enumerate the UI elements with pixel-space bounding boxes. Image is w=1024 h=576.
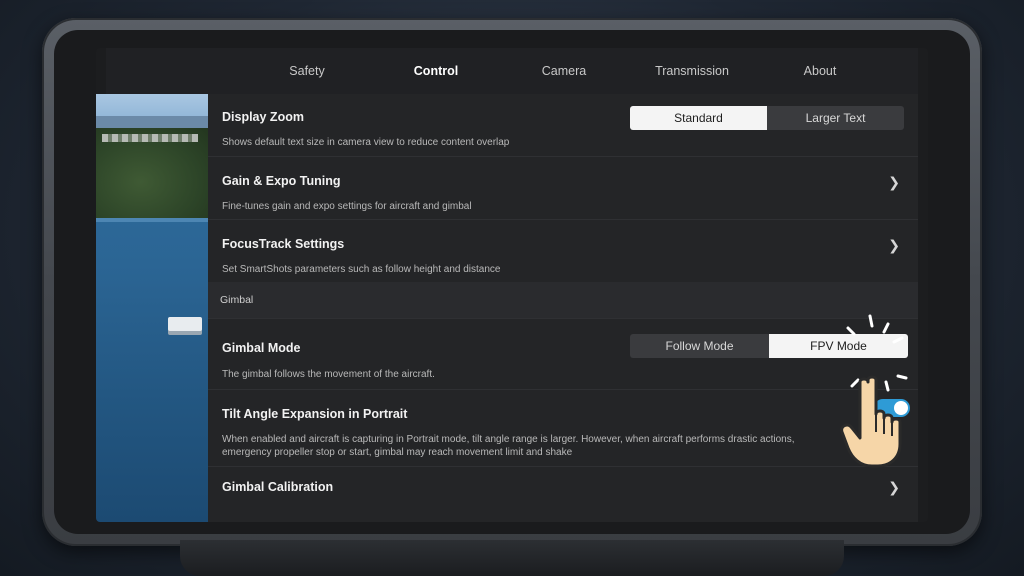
pointing-hand-icon [840,375,902,468]
tilt-angle-row: Tilt Angle Expansion in Portrait When en… [208,389,918,467]
app-screen: Safety Control Camera Transmission About… [96,48,928,522]
tablet-stand [180,540,844,576]
gimbal-calibration-title: Gimbal Calibration [222,480,334,494]
tab-control[interactable]: Control [413,64,459,96]
focustrack-row[interactable]: FocusTrack Settings Set SmartShots param… [208,219,918,283]
tab-about[interactable]: About [804,64,837,78]
camera-view[interactable]: ◀H [96,94,208,522]
focustrack-title: FocusTrack Settings [222,237,345,251]
gimbal-section-header: Gimbal [208,282,918,319]
camera-boat [168,317,202,331]
zoom-option-larger-text[interactable]: Larger Text [767,106,904,130]
tab-safety[interactable]: Safety [289,64,324,78]
chevron-right-icon: ❯ [888,237,900,253]
gimbal-section-label: Gimbal [220,294,254,306]
gain-expo-desc: Fine-tunes gain and expo settings for ai… [222,201,472,212]
camera-water-edge [96,218,208,222]
gimbal-option-follow-mode[interactable]: Follow Mode [630,334,769,358]
gain-expo-title: Gain & Expo Tuning [222,174,341,188]
focustrack-desc: Set SmartShots parameters such as follow… [222,264,501,275]
tab-transmission[interactable]: Transmission [655,64,729,78]
zoom-option-standard[interactable]: Standard [630,106,767,130]
tab-camera[interactable]: Camera [542,64,586,78]
tilt-angle-title: Tilt Angle Expansion in Portrait [222,407,408,421]
display-zoom-row: Display Zoom Shows default text size in … [208,94,918,157]
gimbal-mode-title: Gimbal Mode [222,341,301,355]
settings-tab-bar: Safety Control Camera Transmission About [106,48,918,96]
gain-expo-row[interactable]: Gain & Expo Tuning Fine-tunes gain and e… [208,156,918,220]
tilt-angle-desc-line2: emergency propeller stop or start, gimba… [222,447,573,458]
camera-houses [102,134,198,142]
gimbal-mode-desc: The gimbal follows the movement of the a… [222,369,435,380]
chevron-right-icon: ❯ [888,174,900,190]
gimbal-mode-row: Gimbal Mode The gimbal follows the movem… [208,318,918,390]
gimbal-calibration-row[interactable]: Gimbal Calibration ❯ [208,466,918,508]
tilt-angle-desc-line1: When enabled and aircraft is capturing i… [222,434,795,445]
control-settings-panel: Display Zoom Shows default text size in … [208,94,918,522]
display-zoom-title: Display Zoom [222,110,304,124]
display-zoom-desc: Shows default text size in camera view t… [222,137,510,148]
display-zoom-selector: Standard Larger Text [630,106,904,130]
chevron-right-icon: ❯ [888,479,900,495]
